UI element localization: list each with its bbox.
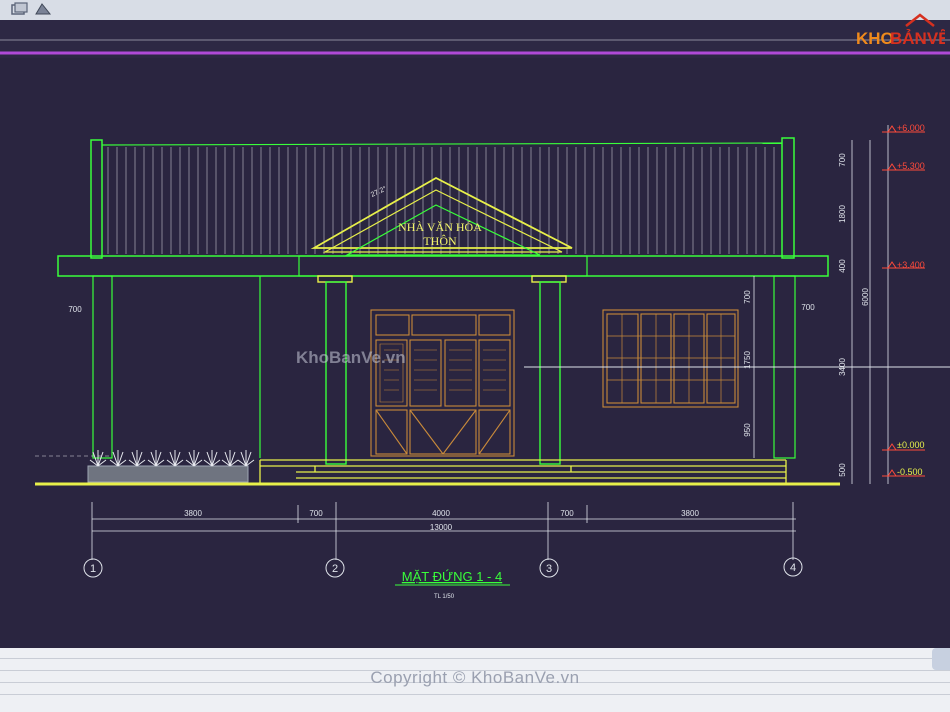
logo-text-kho: KHO (856, 29, 894, 48)
dim-right-2: 1800 (838, 205, 847, 223)
level-5300: +5.300 (897, 161, 925, 171)
axis-1: 1 (90, 563, 96, 575)
center-watermark: KhoBanVe.vn (296, 348, 406, 367)
khobanve-logo: KHO BẢNVẼ (850, 12, 950, 52)
level-0000: ±0.000 (897, 440, 924, 450)
gable-label-line1: NHÀ VĂN HÓA (398, 220, 482, 234)
level-3400: +3.400 (897, 260, 925, 270)
dim-window-3: 950 (743, 423, 752, 437)
axis-2: 2 (332, 563, 338, 575)
dim-right-side: 700 (801, 303, 815, 312)
logo-text-banve: BẢNVẼ (890, 28, 945, 48)
gable-label-line2: THÔN (423, 234, 457, 248)
axis-4: 4 (790, 562, 796, 574)
cad-drawing-canvas[interactable]: NHÀ VĂN HÓA THÔN 27.2° 3800 700 4000 700… (0, 0, 950, 648)
dim-bottom-3: 4000 (432, 509, 450, 518)
dim-overall-3: 500 (838, 463, 847, 477)
dim-bottom-5: 3800 (681, 509, 699, 518)
level-6000: +6.000 (897, 123, 925, 133)
logo-house-icon: KHO BẢNVẼ (856, 13, 950, 48)
dim-bottom-1: 3800 (184, 509, 202, 518)
dim-left-side: 700 (68, 305, 82, 314)
drawing-scale: TL 1/50 (434, 594, 455, 600)
axis-3: 3 (546, 563, 552, 575)
dim-window-2: 1750 (743, 351, 752, 369)
dim-right-3: 400 (838, 259, 847, 273)
drawing-title: MẶT ĐỨNG 1 - 4 (402, 569, 502, 584)
dim-window-1: 700 (743, 290, 752, 304)
level-0500: -0.500 (897, 467, 923, 477)
dim-bottom-2: 700 (309, 509, 323, 518)
info-button[interactable] (932, 648, 950, 670)
dim-right-1: 700 (838, 153, 847, 167)
dim-overall-1: 6000 (861, 288, 870, 306)
dim-overall-2: 3400 (838, 358, 847, 376)
dim-bottom-4: 700 (560, 509, 574, 518)
copyright-watermark: Copyright © KhoBanVe.vn (370, 668, 580, 687)
dim-total: 13000 (430, 523, 453, 532)
